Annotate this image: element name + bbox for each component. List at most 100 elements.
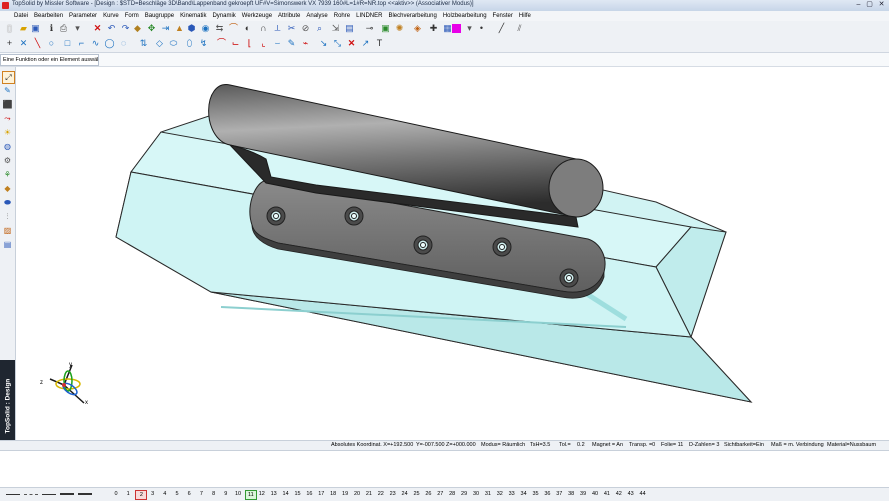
status-visibility[interactable]: Sichtbarkeit=Ein bbox=[724, 441, 764, 450]
layer-4[interactable]: 4 bbox=[160, 490, 170, 498]
surface-icon[interactable]: ◍ bbox=[2, 141, 13, 152]
layer-19[interactable]: 19 bbox=[340, 490, 350, 498]
layer-37[interactable]: 37 bbox=[554, 490, 564, 498]
pipe-icon[interactable]: ⌒ bbox=[228, 23, 239, 34]
menu-form[interactable]: Form bbox=[122, 11, 142, 21]
layer-38[interactable]: 38 bbox=[566, 490, 576, 498]
menu-rohre[interactable]: Rohre bbox=[331, 11, 353, 21]
message-panel[interactable] bbox=[0, 450, 889, 487]
split-icon[interactable]: ⤡ bbox=[332, 38, 343, 49]
blend-icon[interactable]: ↯ bbox=[198, 38, 209, 49]
arc2-icon[interactable]: ⌒ bbox=[216, 38, 227, 49]
corner-icon[interactable]: ⌞ bbox=[258, 38, 269, 49]
menu-parameter[interactable]: Parameter bbox=[66, 11, 100, 21]
dropdown-icon[interactable]: ▾ bbox=[72, 23, 83, 34]
measure-icon[interactable]: ⟂ bbox=[272, 23, 283, 34]
view-icon[interactable]: ◐ bbox=[242, 23, 253, 34]
extend-icon[interactable]: ⌊ bbox=[244, 38, 255, 49]
layer-43[interactable]: 43 bbox=[626, 490, 636, 498]
menu-kurve[interactable]: Kurve bbox=[100, 11, 122, 21]
layer-15[interactable]: 15 bbox=[293, 490, 303, 498]
layer-8[interactable]: 8 bbox=[209, 490, 219, 498]
status-transparency[interactable]: Transp. =0 bbox=[629, 441, 655, 450]
spline-icon[interactable]: ∿ bbox=[90, 38, 101, 49]
layer-1[interactable]: 1 bbox=[123, 490, 133, 498]
offset-icon[interactable]: ⇅ bbox=[138, 38, 149, 49]
layer-42[interactable]: 42 bbox=[614, 490, 624, 498]
line-style-sample[interactable] bbox=[42, 494, 56, 495]
render-icon[interactable]: ▣ bbox=[380, 23, 391, 34]
light-bulb-icon[interactable]: ☀ bbox=[2, 127, 13, 138]
zoom-icon[interactable]: ⌕ bbox=[314, 23, 325, 34]
shape-icon[interactable]: ◉ bbox=[200, 23, 211, 34]
layer-22[interactable]: 22 bbox=[376, 490, 386, 498]
3d-viewport[interactable]: y z x bbox=[16, 67, 889, 440]
arc-icon[interactable]: ◌ bbox=[118, 38, 129, 49]
analysis-icon[interactable]: ⬬ bbox=[2, 197, 13, 208]
menu-attribute[interactable]: Attribute bbox=[275, 11, 303, 21]
line-width-icon[interactable]: ╱ bbox=[496, 23, 507, 34]
magnet-icon[interactable]: ∩ bbox=[258, 23, 269, 34]
text-icon[interactable]: T bbox=[374, 38, 385, 49]
layer-6[interactable]: 6 bbox=[184, 490, 194, 498]
project-icon[interactable]: ↘ bbox=[318, 38, 329, 49]
hide-icon[interactable]: ⊘ bbox=[300, 23, 311, 34]
mouse-icon[interactable]: ⇲ bbox=[330, 23, 341, 34]
kinematics-icon[interactable]: ⚘ bbox=[2, 169, 13, 180]
layer-31[interactable]: 31 bbox=[483, 490, 493, 498]
menu-holzbearbeitung[interactable]: Holzbearbeitung bbox=[440, 11, 490, 21]
edit-curve-icon[interactable]: ✎ bbox=[286, 38, 297, 49]
axis-icon[interactable]: ✕ bbox=[18, 38, 29, 49]
layer-39[interactable]: 39 bbox=[578, 490, 588, 498]
library-icon[interactable]: ▤ bbox=[2, 239, 13, 250]
cancel-icon[interactable]: ✕ bbox=[346, 38, 357, 49]
layer-9[interactable]: 9 bbox=[221, 490, 231, 498]
undo-icon[interactable]: ↶ bbox=[106, 23, 117, 34]
layer-44[interactable]: 44 bbox=[638, 490, 648, 498]
line-style-sample[interactable] bbox=[78, 493, 92, 495]
layer-40[interactable]: 40 bbox=[590, 490, 600, 498]
open-icon[interactable]: ▰ bbox=[18, 23, 29, 34]
print-icon[interactable]: ⎙ bbox=[58, 23, 69, 34]
layer-0[interactable]: 0 bbox=[111, 490, 121, 498]
menu-dynamik[interactable]: Dynamik bbox=[209, 11, 238, 21]
maximize-button[interactable]: ▢ bbox=[865, 1, 874, 9]
curve-icon[interactable]: ⌣ bbox=[272, 38, 283, 49]
close-button[interactable]: ✕ bbox=[877, 1, 886, 9]
status-folie[interactable]: Folie= 11 bbox=[661, 441, 683, 450]
chart-icon[interactable]: ▤ bbox=[344, 23, 355, 34]
layer-18[interactable]: 18 bbox=[328, 490, 338, 498]
point-style-icon[interactable]: • bbox=[476, 23, 487, 34]
transform-icon[interactable]: ↗ bbox=[360, 38, 371, 49]
info-icon[interactable]: ℹ bbox=[46, 23, 57, 34]
paint-icon[interactable]: ◈ bbox=[412, 23, 423, 34]
layer-10[interactable]: 10 bbox=[233, 490, 243, 498]
layer-20[interactable]: 20 bbox=[352, 490, 362, 498]
status-magnet[interactable]: Magnet = An bbox=[592, 441, 623, 450]
solid-icon[interactable]: ⬛ bbox=[2, 99, 13, 110]
color-dropdown-icon[interactable]: ▾ bbox=[464, 23, 475, 34]
layer-5[interactable]: 5 bbox=[172, 490, 182, 498]
layer-32[interactable]: 32 bbox=[495, 490, 505, 498]
menu-analyse[interactable]: Analyse bbox=[303, 11, 330, 21]
draft-icon[interactable]: ⤳ bbox=[2, 113, 13, 124]
layer-29[interactable]: 29 bbox=[459, 490, 469, 498]
status-tol[interactable]: Tol.= bbox=[559, 441, 571, 450]
line-style-sample[interactable] bbox=[24, 494, 38, 495]
break-icon[interactable]: ⌁ bbox=[300, 38, 311, 49]
save-icon[interactable]: ▣ bbox=[30, 23, 41, 34]
circle-icon[interactable]: ○ bbox=[46, 38, 57, 49]
color-swatch[interactable] bbox=[452, 24, 461, 33]
delete-icon[interactable]: ✕ bbox=[92, 23, 103, 34]
menu-werkzeuge[interactable]: Werkzeuge bbox=[239, 11, 275, 21]
layer-34[interactable]: 34 bbox=[519, 490, 529, 498]
mirror-icon[interactable]: ⇆ bbox=[214, 23, 225, 34]
sheet-metal-icon[interactable]: ◆ bbox=[2, 183, 13, 194]
line-icon[interactable]: ╲ bbox=[32, 38, 43, 49]
layer-27[interactable]: 27 bbox=[435, 490, 445, 498]
menu-baugruppe[interactable]: Baugruppe bbox=[142, 11, 177, 21]
layer-30[interactable]: 30 bbox=[471, 490, 481, 498]
layer-23[interactable]: 23 bbox=[388, 490, 398, 498]
line-style-sample[interactable] bbox=[6, 494, 20, 495]
layer-14[interactable]: 14 bbox=[281, 490, 291, 498]
